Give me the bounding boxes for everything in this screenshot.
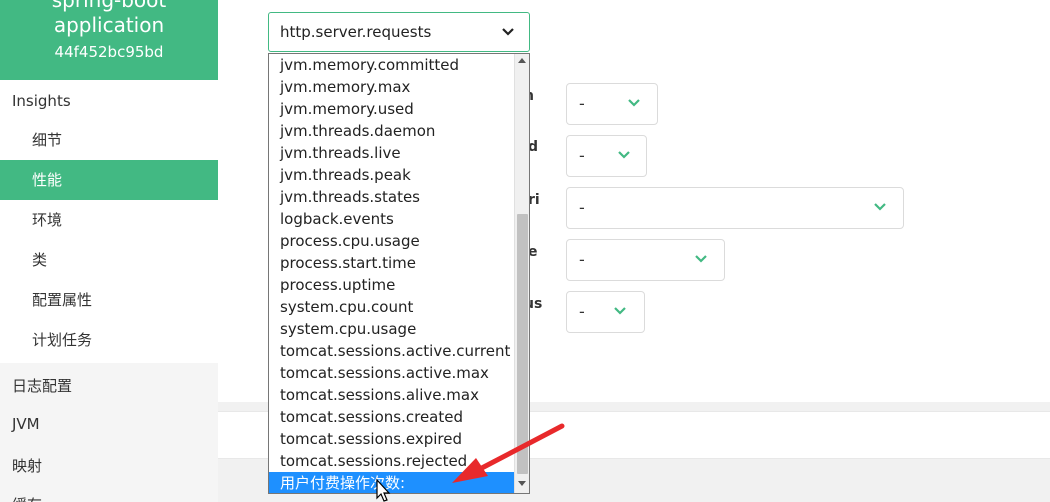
sidebar-item-logging[interactable]: 日志配置 [12,375,72,396]
metric-select[interactable]: http.server.requests [268,12,530,52]
sidebar-item-config-props[interactable]: 配置属性 [0,280,218,320]
insights-section: Insights 细节 性能 环境 类 配置属性 计划任务 [0,80,218,363]
app-header: spring-boot application 44f452bc95bd [0,0,218,80]
tag-select-3[interactable]: - [566,187,904,229]
metric-option[interactable]: tomcat.sessions.alive.max [269,384,514,406]
tag-select-3-value: - [579,198,585,217]
sidebar-item-caches[interactable]: 缓存 [12,494,42,502]
metric-option[interactable]: jvm.memory.used [269,98,514,120]
chevron-down-icon [695,255,707,263]
metric-option[interactable]: jvm.memory.committed [269,54,514,76]
tag-select-4-value: - [579,250,585,269]
sidebar-item-performance[interactable]: 性能 [0,160,218,200]
scroll-down-icon[interactable] [518,481,526,486]
tag-select-1-value: - [579,94,585,113]
metric-option[interactable]: jvm.memory.max [269,76,514,98]
app-id: 44f452bc95bd [54,43,164,61]
metric-options-list[interactable]: jvm.memory.committed jvm.memory.max jvm.… [268,53,530,494]
chevron-down-icon [618,151,630,159]
chevron-down-icon [628,99,640,107]
sidebar-item-details[interactable]: 细节 [0,120,218,160]
tag-select-4[interactable]: - [566,239,725,281]
tag-select-5[interactable]: - [566,291,645,333]
metric-option[interactable]: jvm.threads.peak [269,164,514,186]
sidebar-item-mappings[interactable]: 映射 [12,455,42,476]
sidebar-item-scheduled-tasks[interactable]: 计划任务 [0,320,218,360]
metric-option[interactable]: process.cpu.usage [269,230,514,252]
metric-option[interactable]: jvm.threads.daemon [269,120,514,142]
sidebar-item-classes[interactable]: 类 [0,240,218,280]
chevron-down-icon [502,28,514,36]
sidebar-item-environment[interactable]: 环境 [0,200,218,240]
app-name-line1: spring-boot [51,0,167,12]
metric-option[interactable]: tomcat.sessions.created [269,406,514,428]
tag-select-5-value: - [579,302,585,321]
app-name-line2: application [53,13,165,37]
metric-option[interactable]: process.uptime [269,274,514,296]
metric-option[interactable]: logback.events [269,208,514,230]
sidebar: spring-boot application 44f452bc95bd Ins… [0,0,218,502]
dropdown-scrollbar[interactable] [514,54,529,493]
metric-select-value: http.server.requests [280,23,432,41]
metric-option[interactable]: tomcat.sessions.rejected [269,450,514,472]
metric-option[interactable]: jvm.threads.live [269,142,514,164]
tag-select-1[interactable]: - [566,83,658,125]
chevron-down-icon [874,203,886,211]
sidebar-item-jvm[interactable]: JVM [12,415,40,433]
tag-select-2-value: - [579,146,585,165]
metric-option[interactable]: tomcat.sessions.active.current [269,340,514,362]
chevron-down-icon [614,307,626,315]
scroll-thumb[interactable] [517,214,528,474]
metric-option[interactable]: tomcat.sessions.expired [269,428,514,450]
insights-title[interactable]: Insights [12,92,71,110]
scroll-up-icon[interactable] [518,58,526,63]
metric-option[interactable]: process.start.time [269,252,514,274]
metric-option[interactable]: system.cpu.usage [269,318,514,340]
metric-option[interactable]: system.cpu.count [269,296,514,318]
tag-select-2[interactable]: - [566,135,647,177]
metric-option[interactable]: tomcat.sessions.active.max [269,362,514,384]
metric-option[interactable]: jvm.threads.states [269,186,514,208]
metric-option-highlighted[interactable]: 用户付费操作次数: [269,472,514,493]
